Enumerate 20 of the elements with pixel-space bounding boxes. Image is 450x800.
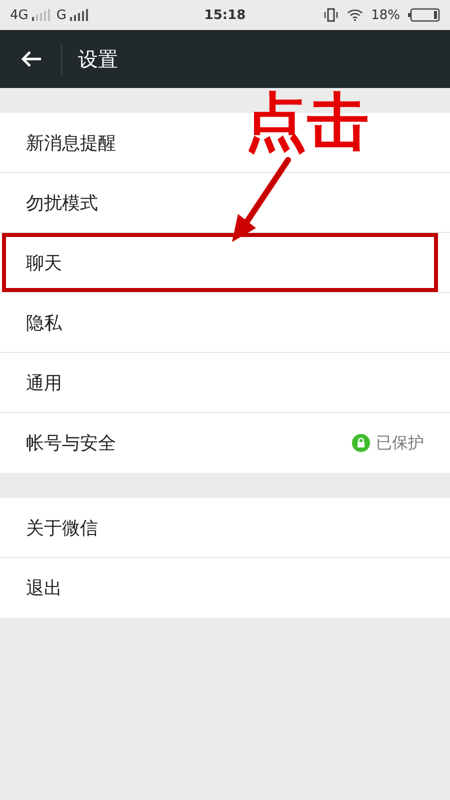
- clock: 15:18: [204, 8, 246, 22]
- battery-percent: 18%: [371, 8, 400, 22]
- signal-icon: [32, 9, 52, 21]
- network-label: G: [56, 8, 66, 22]
- page-title: 设置: [78, 46, 118, 72]
- protected-status: 已保护: [376, 432, 424, 454]
- settings-item[interactable]: 通用: [0, 353, 450, 413]
- back-arrow-icon: [20, 50, 42, 68]
- network-label: 4G: [10, 8, 28, 22]
- wifi-icon: [347, 9, 364, 21]
- settings-item[interactable]: 帐号与安全 已保护: [0, 413, 450, 473]
- signal-icon: [70, 9, 90, 21]
- battery-icon: [408, 8, 440, 22]
- settings-item[interactable]: 聊天: [0, 233, 450, 293]
- arrow-icon: [230, 156, 294, 244]
- settings-item[interactable]: 隐私: [0, 293, 450, 353]
- settings-item[interactable]: 退出: [0, 558, 450, 618]
- lock-icon: [352, 434, 370, 452]
- settings-item[interactable]: 关于微信: [0, 498, 450, 558]
- vibrate-icon: [323, 8, 340, 22]
